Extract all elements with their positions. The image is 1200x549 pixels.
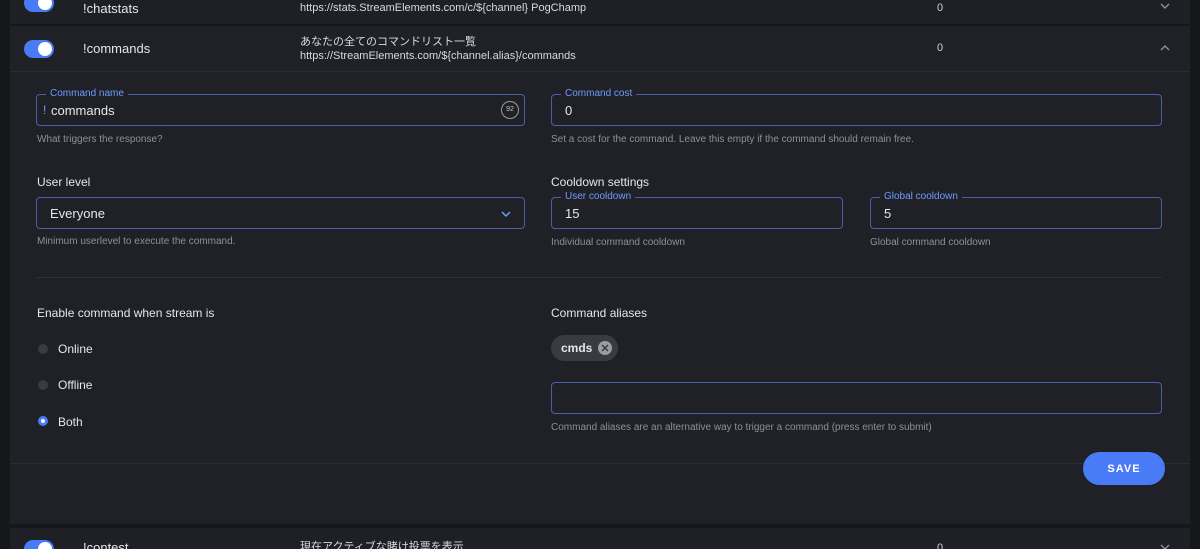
footer-divider (10, 463, 1190, 464)
usage-count: 0 (937, 542, 944, 549)
user-level-helper: Minimum userlevel to execute the command… (37, 236, 236, 247)
response-text: あなたの全てのコマンドリスト一覧 (300, 36, 476, 48)
command-cost-field[interactable]: Command cost 0 (551, 88, 1162, 126)
usage-count: 0 (937, 2, 944, 14)
chevron-down-icon[interactable] (1160, 1, 1170, 11)
command-name-value: commands (51, 103, 115, 118)
command-cost-label: Command cost (561, 88, 637, 100)
command-response: https://stats.StreamElements.com/c/${cha… (300, 2, 587, 14)
alias-input[interactable] (552, 383, 1161, 413)
user-cooldown-helper: Individual command cooldown (551, 237, 685, 248)
command-row-commands: !commands あなたの全てのコマンドリスト一覧 https://Strea… (10, 26, 1190, 524)
command-row-contest: !contest 現在アクティブな賭け投票を表示 0 (10, 528, 1190, 549)
usage-count: 0 (937, 42, 944, 54)
enable-toggle[interactable] (24, 540, 54, 549)
command-prefix: ! (43, 103, 47, 117)
command-response: あなたの全てのコマンドリスト一覧 https://StreamElements.… (300, 35, 576, 63)
radio-offline-label[interactable]: Offline (58, 378, 92, 392)
command-response: 現在アクティブな賭け投票を表示 (300, 541, 464, 549)
char-count-indicator: 92 (501, 101, 519, 119)
chevron-up-icon[interactable] (1160, 43, 1170, 53)
user-level-select[interactable]: Everyone (36, 197, 525, 229)
user-level-value: Everyone (50, 206, 105, 221)
command-cost-helper: Set a cost for the command. Leave this e… (551, 134, 914, 145)
alias-chip-label: cmds (561, 341, 593, 355)
command-name-label: Command name (46, 88, 128, 100)
command-name-field[interactable]: Command name ! commands 92 (36, 88, 525, 126)
cooldown-title: Cooldown settings (551, 175, 650, 189)
close-icon[interactable] (598, 341, 613, 355)
command-name-helper: What triggers the response? (37, 134, 163, 145)
command-name: !contest (83, 540, 129, 549)
stream-state-title: Enable command when stream is (37, 306, 215, 320)
radio-both[interactable] (38, 416, 48, 426)
global-cooldown-field[interactable]: Global cooldown 5 (870, 191, 1162, 229)
aliases-title: Command aliases (551, 306, 648, 320)
radio-online-label[interactable]: Online (58, 342, 93, 356)
radio-offline[interactable] (38, 380, 48, 390)
enable-toggle[interactable] (24, 0, 54, 12)
user-level-title: User level (37, 175, 91, 189)
radio-online[interactable] (38, 344, 48, 354)
save-button[interactable]: SAVE (1083, 452, 1165, 485)
section-divider (36, 277, 1162, 278)
command-cost-value: 0 (565, 103, 573, 118)
command-row-header[interactable]: !chatstats https://stats.StreamElements.… (10, 0, 1190, 24)
aliases-helper: Command aliases are an alternative way t… (551, 422, 932, 433)
chevron-down-icon[interactable] (1160, 542, 1170, 549)
alias-chip: cmds (551, 335, 619, 361)
global-cooldown-helper: Global command cooldown (870, 237, 991, 248)
command-row-header[interactable]: !contest 現在アクティブな賭け投票を表示 0 (10, 528, 1190, 549)
command-row-header[interactable]: !commands あなたの全てのコマンドリスト一覧 https://Strea… (10, 26, 1190, 72)
chevron-down-icon (501, 211, 511, 218)
command-name: !commands (83, 41, 151, 56)
global-cooldown-value: 5 (884, 206, 892, 221)
command-row-chatstats: !chatstats https://stats.StreamElements.… (10, 0, 1190, 24)
global-cooldown-label: Global cooldown (880, 191, 962, 203)
command-name: !chatstats (83, 1, 139, 16)
user-cooldown-label: User cooldown (561, 191, 636, 203)
radio-both-label[interactable]: Both (58, 415, 83, 429)
response-url: https://StreamElements.com/${channel.ali… (300, 50, 576, 62)
enable-toggle[interactable] (24, 40, 54, 58)
alias-input-field[interactable] (551, 382, 1162, 414)
user-cooldown-value: 15 (565, 206, 580, 221)
user-cooldown-field[interactable]: User cooldown 15 (551, 191, 843, 229)
